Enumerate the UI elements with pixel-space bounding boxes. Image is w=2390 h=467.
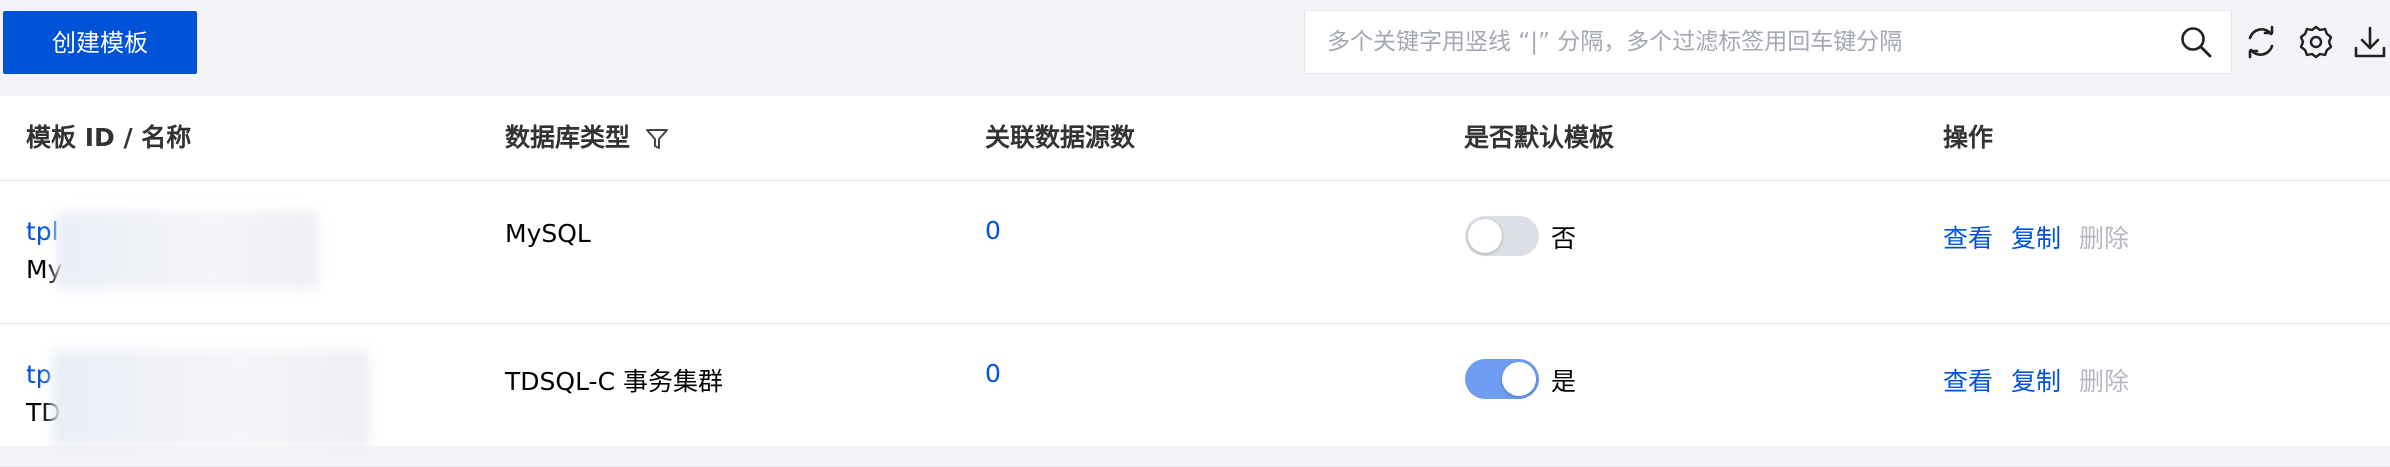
table-row: tpl My MySQL 0 否 查看 复制 删除 [0, 181, 2390, 324]
db-type: TDSQL-C 事务集群 [505, 367, 723, 396]
search-icon[interactable] [2179, 25, 2213, 59]
source-count-link[interactable]: 0 [985, 359, 1001, 388]
copy-link[interactable]: 复制 [2011, 362, 2061, 398]
column-header-actions: 操作 [1943, 123, 1994, 152]
view-link[interactable]: 查看 [1943, 362, 1993, 398]
create-template-button[interactable]: 创建模板 [3, 11, 197, 74]
default-toggle[interactable] [1465, 216, 1539, 256]
gear-icon[interactable] [2298, 24, 2334, 60]
default-label: 否 [1551, 224, 1577, 253]
column-header-label: 数据库类型 [505, 123, 631, 152]
column-header-default: 是否默认模板 [1464, 123, 1615, 152]
delete-link: 删除 [2079, 367, 2130, 396]
template-id-link[interactable]: tp [26, 360, 52, 389]
view-link[interactable]: 查看 [1943, 219, 1993, 255]
toggle-knob [1502, 362, 1536, 396]
filter-icon[interactable] [644, 126, 670, 152]
search-box [1304, 10, 2232, 74]
copy-link[interactable]: 复制 [2011, 219, 2061, 255]
column-header-db-type: 数据库类型 [505, 96, 670, 180]
default-label: 是 [1551, 367, 1577, 396]
template-table: 模板 ID / 名称 数据库类型 关联数据源数 是否默认模板 操作 tpl My… [0, 96, 2390, 467]
delete-link: 删除 [2079, 224, 2130, 253]
default-toggle[interactable] [1465, 359, 1539, 399]
table-header: 模板 ID / 名称 数据库类型 关联数据源数 是否默认模板 操作 [0, 96, 2390, 181]
redacted-region [52, 350, 370, 446]
template-id-link[interactable]: tpl [26, 217, 59, 246]
db-type: MySQL [505, 219, 591, 248]
refresh-icon[interactable] [2243, 24, 2279, 60]
column-header-id-name: 模板 ID / 名称 [26, 123, 192, 152]
download-icon[interactable] [2352, 24, 2388, 60]
column-header-source-count: 关联数据源数 [985, 123, 1136, 152]
toggle-knob [1468, 219, 1502, 253]
redacted-region [56, 211, 318, 289]
search-input[interactable] [1305, 11, 2165, 73]
toolbar: 创建模板 [0, 0, 2390, 96]
source-count-link[interactable]: 0 [985, 216, 1001, 245]
